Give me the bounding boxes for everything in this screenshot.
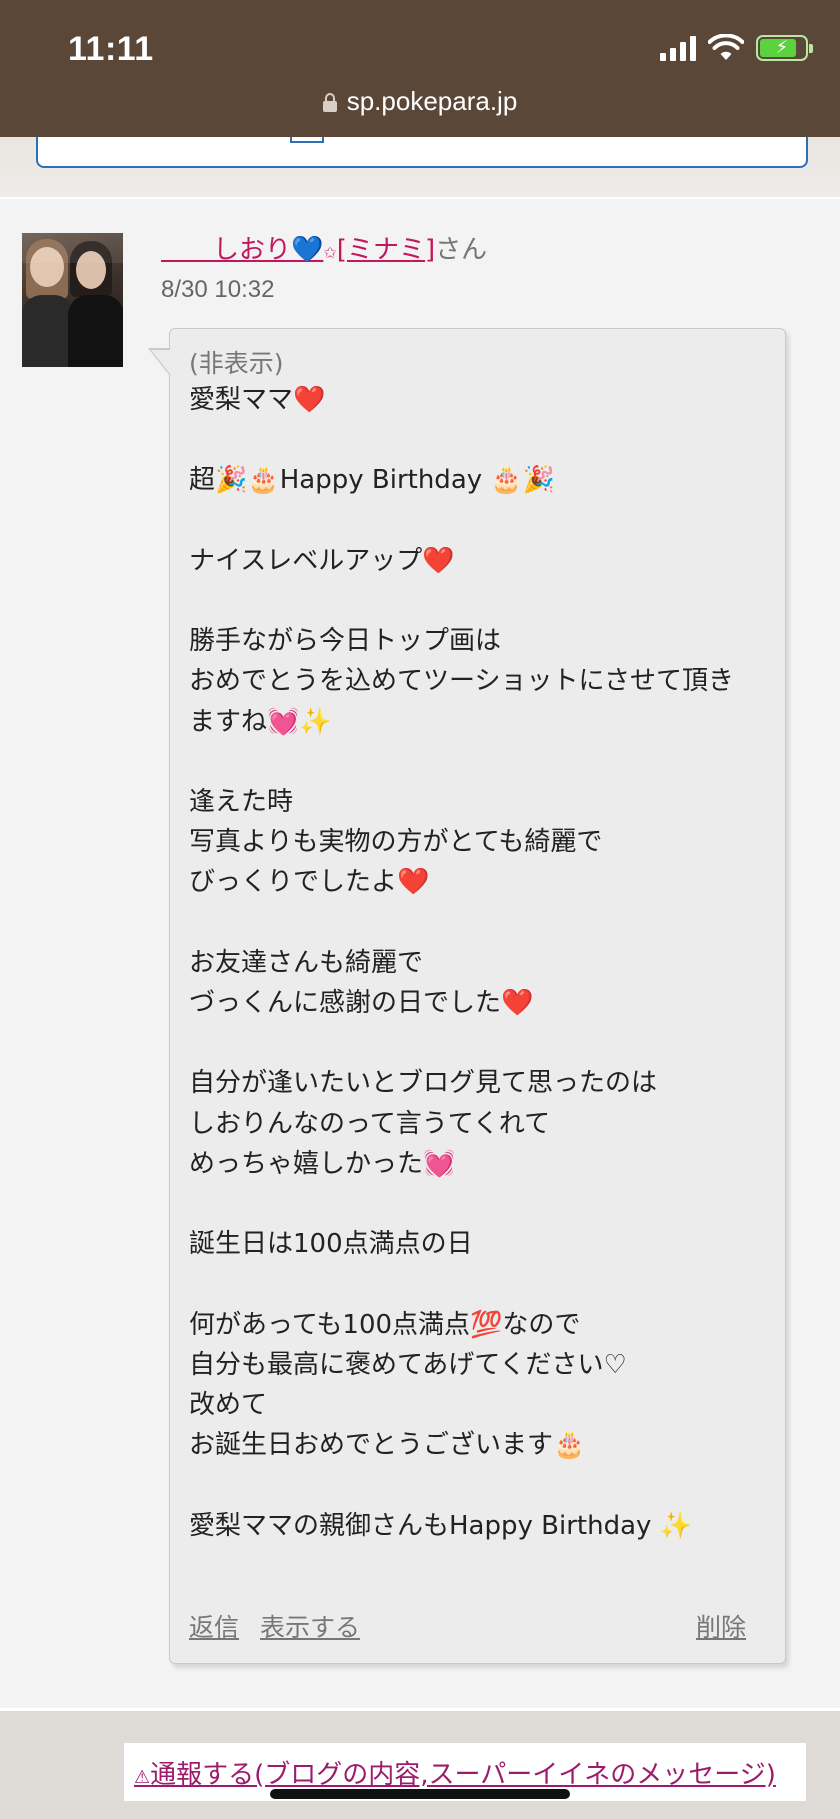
reply-link[interactable]: 返信 — [189, 1608, 239, 1644]
input-tab — [290, 137, 324, 143]
battery-icon: ⚡ — [756, 35, 813, 61]
delete-link[interactable]: 削除 — [696, 1608, 746, 1644]
section-divider — [0, 197, 840, 199]
warning-icon: ⚠ — [134, 1767, 151, 1788]
comment-author: ＿＿しおり💙✩[ミナミ]さん — [161, 232, 487, 271]
charging-bolt-icon: ⚡ — [775, 37, 789, 58]
star-icon: ✩ — [323, 243, 337, 262]
show-link[interactable]: 表示する — [260, 1608, 360, 1644]
report-link-text: 通報する(ブログの内容,スーパーイイネのメッセージ) — [150, 1760, 776, 1790]
status-bar: 11:11 ⚡ sp.pokepara.jp — [0, 0, 840, 137]
author-name-link[interactable]: ＿＿しおり💙 — [161, 235, 323, 265]
address-bar[interactable]: sp.pokepara.jp — [0, 86, 840, 117]
wifi-icon — [708, 34, 744, 60]
comment-input-box[interactable] — [36, 137, 808, 168]
status-icons: ⚡ — [660, 34, 813, 62]
author-tag-link[interactable]: [ミナミ] — [337, 235, 435, 265]
report-link[interactable]: ⚠通報する(ブログの内容,スーパーイイネのメッセージ) — [134, 1754, 776, 1791]
cellular-signal-icon — [660, 35, 696, 61]
lock-icon — [322, 93, 337, 112]
author-suffix: さん — [435, 235, 488, 265]
hidden-status-label: (非表示) — [189, 349, 284, 378]
comment-message: 愛梨ママ❤️ 超🎉🎂Happy Birthday 🎂🎉 ナイスレベルアップ❤️ … — [189, 385, 734, 1541]
avatar[interactable] — [22, 233, 123, 367]
status-time: 11:11 — [68, 30, 154, 68]
home-indicator[interactable] — [270, 1789, 570, 1799]
author-name: ＿＿しおり — [161, 235, 292, 265]
comment-date: 8/30 10:32 — [161, 276, 275, 303]
url-text: sp.pokepara.jp — [346, 86, 518, 116]
blue-heart-icon: 💙 — [291, 235, 324, 265]
